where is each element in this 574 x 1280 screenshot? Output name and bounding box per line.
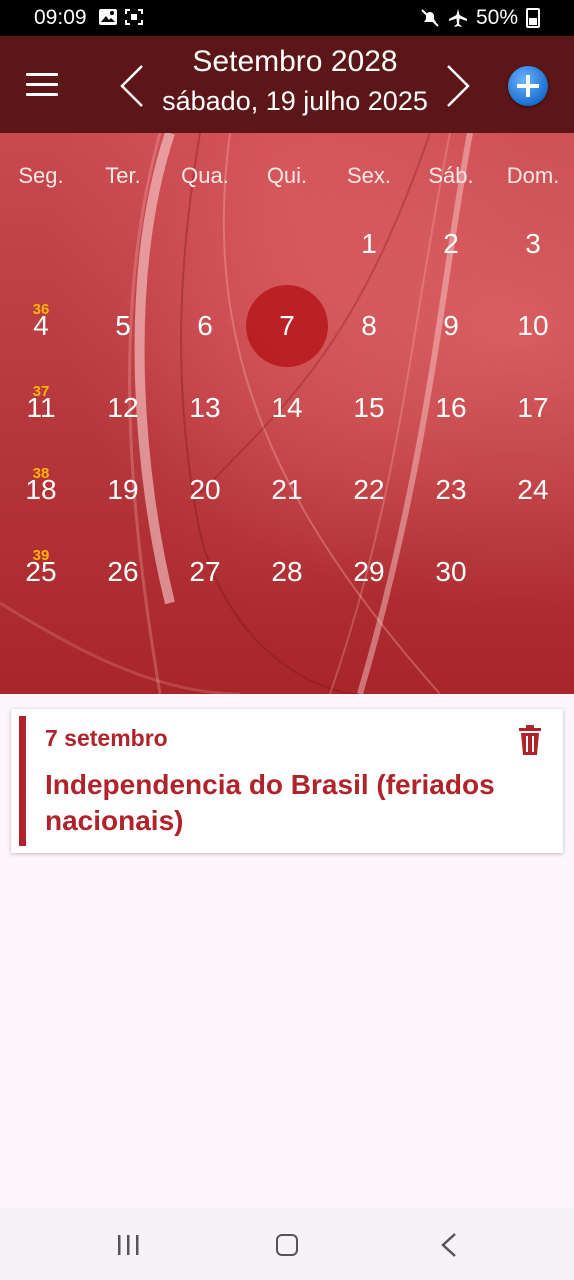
chevron-left-icon[interactable]	[118, 62, 146, 110]
day-cell[interactable]: 11	[0, 392, 82, 424]
event-date: 7 setembro	[45, 725, 168, 751]
status-right: 50%	[420, 6, 540, 30]
day-cell[interactable]: 6	[164, 310, 246, 342]
day-cell[interactable]: 10	[492, 310, 574, 342]
screenshot-icon	[125, 9, 143, 25]
trash-icon[interactable]	[516, 724, 544, 756]
home-icon[interactable]	[276, 1234, 298, 1256]
weekday-label: Sex.	[346, 163, 392, 188]
add-icon[interactable]	[508, 66, 548, 106]
day-cell[interactable]: 15	[328, 392, 410, 424]
mute-icon	[421, 9, 439, 27]
weekday-label: Dom.	[506, 163, 560, 188]
weekday-label: Sáb.	[428, 163, 474, 188]
recents-icon[interactable]	[116, 1234, 140, 1256]
app-header: Setembro 2028 sábado, 19 julho 2025	[0, 36, 574, 133]
day-cell[interactable]: 2	[410, 228, 492, 260]
chevron-right-icon[interactable]	[444, 62, 472, 110]
event-title: Independencia do Brasil (feriados nacion…	[45, 769, 495, 836]
day-cell[interactable]: 12	[82, 392, 164, 424]
status-bar: 09:09 50%	[0, 0, 574, 36]
event-color-bar	[19, 716, 26, 846]
day-cell[interactable]: 20	[164, 474, 246, 506]
status-time: 09:09	[34, 6, 87, 29]
day-cell[interactable]: 21	[246, 474, 328, 506]
day-cell[interactable]: 28	[246, 556, 328, 588]
day-cell[interactable]: 18	[0, 474, 82, 506]
day-cell[interactable]: 30	[410, 556, 492, 588]
event-card[interactable]: 7 setembro Independencia do Brasil (feri…	[11, 709, 563, 853]
month-title[interactable]: Setembro 2028	[150, 42, 440, 82]
day-cell[interactable]: 19	[82, 474, 164, 506]
header-titles: Setembro 2028 sábado, 19 julho 2025	[150, 42, 440, 120]
day-cell[interactable]: 23	[410, 474, 492, 506]
image-icon	[99, 9, 117, 25]
day-cell[interactable]: 17	[492, 392, 574, 424]
day-cell[interactable]: 14	[246, 392, 328, 424]
system-nav-bar	[0, 1208, 574, 1280]
day-cell[interactable]: 22	[328, 474, 410, 506]
weekday-label: Seg.	[18, 163, 64, 188]
battery-text: 50%	[475, 6, 518, 29]
calendar-grid: Seg. Ter. Qua. Qui. Sex. Sáb. Dom. 1 2 3 36 4 5 6 7 8 9…	[0, 133, 574, 694]
day-cell[interactable]: 4	[0, 310, 82, 342]
day-cell[interactable]: 5	[82, 310, 164, 342]
day-cell[interactable]: 8	[328, 310, 410, 342]
airplane-icon	[448, 9, 467, 27]
day-cell[interactable]: 16	[410, 392, 492, 424]
today-label[interactable]: sábado, 19 julho 2025	[150, 82, 440, 120]
day-cell[interactable]: 7	[246, 310, 328, 342]
day-cell[interactable]: 9	[410, 310, 492, 342]
day-cell[interactable]: 27	[164, 556, 246, 588]
day-cell[interactable]: 1	[328, 228, 410, 260]
day-cell[interactable]: 13	[164, 392, 246, 424]
day-cell[interactable]: 29	[328, 556, 410, 588]
battery-icon	[526, 8, 540, 28]
day-cell[interactable]: 26	[82, 556, 164, 588]
day-cell[interactable]: 3	[492, 228, 574, 260]
day-cell[interactable]: 24	[492, 474, 574, 506]
back-icon[interactable]	[440, 1232, 458, 1258]
weekday-label: Ter.	[105, 163, 141, 188]
menu-icon[interactable]	[26, 73, 58, 97]
weekday-label: Qui.	[266, 163, 308, 188]
day-cell[interactable]: 25	[0, 556, 82, 588]
weekday-label: Qua.	[181, 163, 229, 188]
